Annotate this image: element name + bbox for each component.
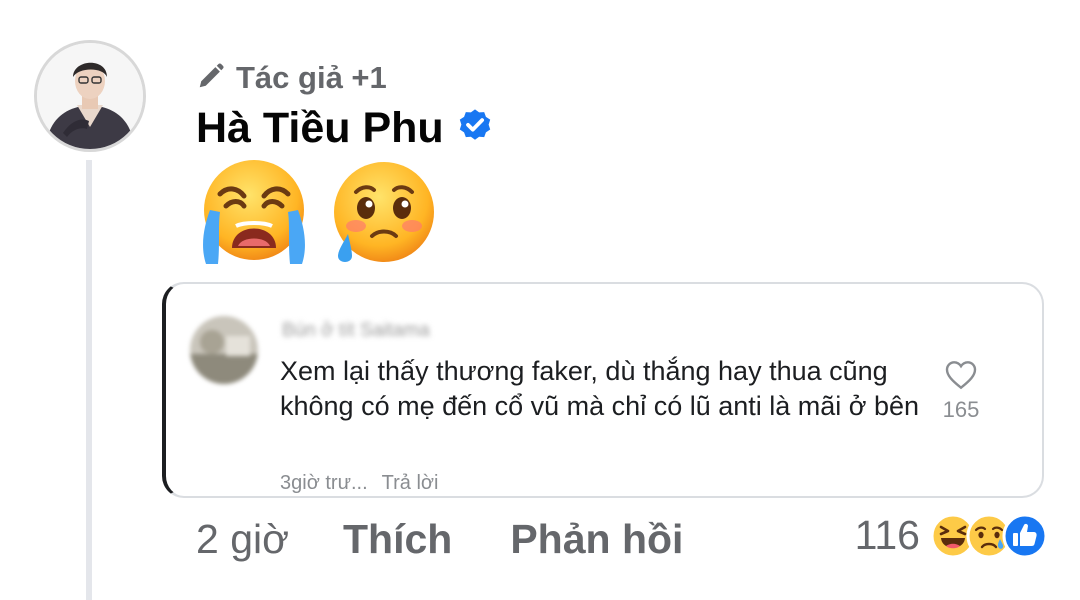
verified-badge-icon: [456, 107, 494, 150]
loudly-crying-face-icon: [196, 156, 312, 277]
author-badge: Tác giả +1: [196, 60, 387, 96]
pencil-icon: [196, 61, 226, 96]
author-badge-label: Tác giả +1: [236, 60, 387, 95]
comment-timestamp: 2 giờ: [196, 516, 289, 562]
quoted-like-button[interactable]: 165: [936, 360, 986, 423]
like-thumb-icon: [1002, 513, 1048, 559]
quoted-comment-card[interactable]: Bún ở tít Saitama Xem lại thấy thương fa…: [162, 282, 1044, 498]
author-name-row: Hà Tiều Phu: [196, 104, 494, 153]
comment-thread: Tác giả +1 Hà Tiều Phu Bún ở tít Saitama…: [0, 0, 1080, 600]
author-avatar[interactable]: [34, 40, 146, 152]
comment-actions: 2 giờ Thích Phản hồi: [196, 516, 741, 563]
thread-connector-line: [86, 160, 92, 600]
quoted-reply-link[interactable]: Trả lời: [382, 472, 439, 495]
reaction-icons: [930, 513, 1048, 559]
quoted-comment-meta: 3giờ trư... Trả lời: [280, 472, 438, 495]
author-name[interactable]: Hà Tiều Phu: [196, 104, 444, 153]
reaction-count: 116: [854, 512, 920, 558]
reply-button[interactable]: Phản hồi: [510, 516, 683, 563]
quoted-author-avatar: [190, 316, 258, 384]
face-holding-back-tears-icon: [324, 156, 440, 277]
quoted-comment-time: 3giờ trư...: [280, 472, 368, 494]
heart-icon: [945, 361, 977, 394]
quoted-like-count: 165: [942, 397, 980, 422]
reaction-summary[interactable]: 116: [855, 512, 1048, 559]
comment-emoji-body: [196, 156, 440, 277]
quoted-comment-text: Xem lại thấy thương faker, dù thắng hay …: [280, 356, 920, 421]
quoted-author-name: Bún ở tít Saitama: [282, 320, 430, 341]
like-button[interactable]: Thích: [343, 516, 452, 563]
